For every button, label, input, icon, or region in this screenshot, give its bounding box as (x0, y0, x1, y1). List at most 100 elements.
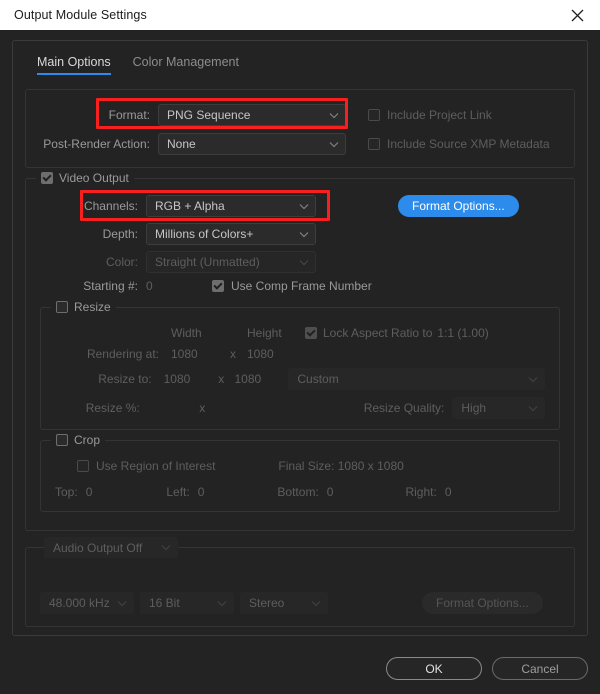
format-label: Format: (108, 108, 150, 122)
resize-quality-value: High (461, 401, 487, 415)
video-output-label: Video Output (59, 171, 129, 185)
chevron-down-icon (311, 600, 321, 606)
chevron-down-icon (217, 600, 227, 606)
resize-to-height: 1080 (234, 372, 262, 386)
use-region-of-interest-checkbox (77, 460, 89, 472)
video-output-checkbox[interactable] (41, 172, 53, 184)
audio-output-group: Audio Output Off 48.000 kHz 16 Bit Stere… (25, 537, 575, 627)
channels-select-value: RGB + Alpha (155, 199, 225, 213)
crop-right-value: 0 (444, 485, 452, 499)
resize-label: Resize (74, 300, 111, 314)
include-xmp-checkbox[interactable] (368, 138, 380, 150)
tab-color-management-label: Color Management (132, 55, 239, 69)
lock-aspect-ratio-checkbox (305, 327, 317, 339)
resize-legend[interactable]: Resize (51, 300, 116, 314)
post-render-action-select[interactable]: None (158, 133, 346, 155)
include-project-link-row[interactable]: Include Project Link (368, 108, 492, 122)
chevron-down-icon (329, 112, 339, 118)
chevron-down-icon (528, 376, 538, 382)
color-label: Color: (105, 255, 138, 269)
chevron-down-icon (117, 600, 127, 606)
color-row: Color: Straight (Unmatted) (40, 251, 560, 273)
crop-legend[interactable]: Crop (51, 433, 106, 447)
rendering-at-times: x (230, 347, 236, 361)
resize-to-row: Resize to: 1080 x 1080 Custom (55, 368, 545, 390)
audio-sample-rate-select: 48.000 kHz (40, 592, 134, 614)
channels-select[interactable]: RGB + Alpha (146, 195, 316, 217)
resize-preset-value: Custom (297, 372, 339, 386)
channels-row: Channels: RGB + Alpha Format Options... (40, 195, 560, 217)
resize-percent-row: Resize %: x Resize Quality: High (55, 397, 545, 419)
crop-top-value: 0 (85, 485, 93, 499)
chevron-down-icon (299, 231, 309, 237)
resize-to-label: Resize to: (98, 372, 152, 386)
audio-bit-depth-select: 16 Bit (140, 592, 234, 614)
resize-width-header: Width (171, 326, 202, 340)
post-render-action-row: Post-Render Action: None Include Source … (40, 133, 560, 155)
chevron-down-icon (161, 545, 171, 551)
crop-group: Crop Use Region of Interest Final Size: … (40, 433, 560, 512)
window-titlebar: Output Module Settings (0, 0, 600, 30)
post-render-action-label: Post-Render Action: (43, 137, 150, 151)
crop-checkbox[interactable] (56, 434, 68, 446)
resize-to-width: 1080 (163, 372, 191, 386)
chevron-down-icon (528, 405, 538, 411)
resize-preset-select: Custom (288, 368, 545, 390)
window-title: Output Module Settings (14, 8, 147, 22)
audio-format-options-button: Format Options... (422, 592, 543, 614)
format-select[interactable]: PNG Sequence (158, 104, 346, 126)
audio-settings-row: 48.000 kHz 16 Bit Stereo Format Options.… (40, 592, 560, 614)
crop-roi-row: Use Region of Interest Final Size: 1080 … (55, 459, 545, 473)
chevron-down-icon (299, 203, 309, 209)
color-select-value: Straight (Unmatted) (155, 255, 260, 269)
resize-header-row: Width Height Lock Aspect Ratio to 1:1 (1… (55, 326, 545, 340)
main-options-panel: Main Options Color Management Format: PN… (12, 40, 588, 636)
use-comp-frame-number-checkbox[interactable] (212, 280, 224, 292)
video-output-legend[interactable]: Video Output (36, 171, 134, 185)
audio-sample-rate-value: 48.000 kHz (49, 596, 110, 610)
cancel-button[interactable]: Cancel (492, 657, 588, 680)
crop-values-row: Top: 0 Left: 0 Bottom: 0 Right: 0 (55, 485, 545, 499)
ok-button[interactable]: OK (386, 657, 482, 680)
include-project-link-checkbox[interactable] (368, 109, 380, 121)
crop-label: Crop (74, 433, 101, 447)
rendering-at-row: Rendering at: 1080 x 1080 (55, 347, 545, 361)
crop-top-label: Top: (55, 485, 78, 499)
audio-channels-select: Stereo (240, 592, 328, 614)
audio-output-toggle: Audio Output Off (44, 537, 178, 558)
rendering-at-height: 1080 (247, 347, 274, 361)
include-xmp-label: Include Source XMP Metadata (387, 137, 550, 151)
crop-bottom-value: 0 (326, 485, 334, 499)
include-xmp-row[interactable]: Include Source XMP Metadata (368, 137, 550, 151)
audio-output-legend: Audio Output Off (44, 537, 178, 558)
audio-output-toggle-value: Audio Output Off (53, 540, 143, 555)
starting-number-value[interactable]: 0 (146, 279, 212, 293)
depth-select-value: Millions of Colors+ (155, 227, 254, 241)
lock-aspect-ratio-value: 1:1 (1.00) (437, 326, 489, 340)
tab-color-management[interactable]: Color Management (133, 55, 239, 75)
lock-aspect-ratio-label: Lock Aspect Ratio to (323, 326, 433, 340)
video-output-group: Video Output Channels: RGB + Alpha Forma… (25, 171, 575, 531)
resize-percent-times: x (199, 401, 206, 415)
resize-checkbox[interactable] (56, 301, 68, 313)
dialog-footer: OK Cancel (386, 657, 588, 680)
post-render-action-value: None (167, 137, 196, 151)
resize-quality-select: High (452, 397, 545, 419)
channels-label: Channels: (83, 199, 138, 213)
rendering-at-width: 1080 (171, 347, 198, 361)
resize-height-header: Height (247, 326, 282, 340)
format-options-button[interactable]: Format Options... (398, 195, 519, 217)
resize-group: Resize Width Height Lock Aspect Ratio to… (40, 300, 560, 430)
audio-channels-value: Stereo (249, 596, 285, 610)
color-select: Straight (Unmatted) (146, 251, 316, 273)
tab-main-options-label: Main Options (37, 55, 111, 69)
crop-left-label: Left: (166, 485, 190, 499)
resize-quality-label: Resize Quality: (363, 401, 445, 415)
final-size-label: Final Size: 1080 x 1080 (278, 459, 404, 473)
close-icon[interactable] (562, 0, 592, 30)
chevron-down-icon (299, 259, 309, 265)
depth-label: Depth: (102, 227, 138, 241)
tab-main-options[interactable]: Main Options (37, 55, 111, 75)
depth-select[interactable]: Millions of Colors+ (146, 223, 316, 245)
rendering-at-label: Rendering at: (86, 347, 159, 361)
